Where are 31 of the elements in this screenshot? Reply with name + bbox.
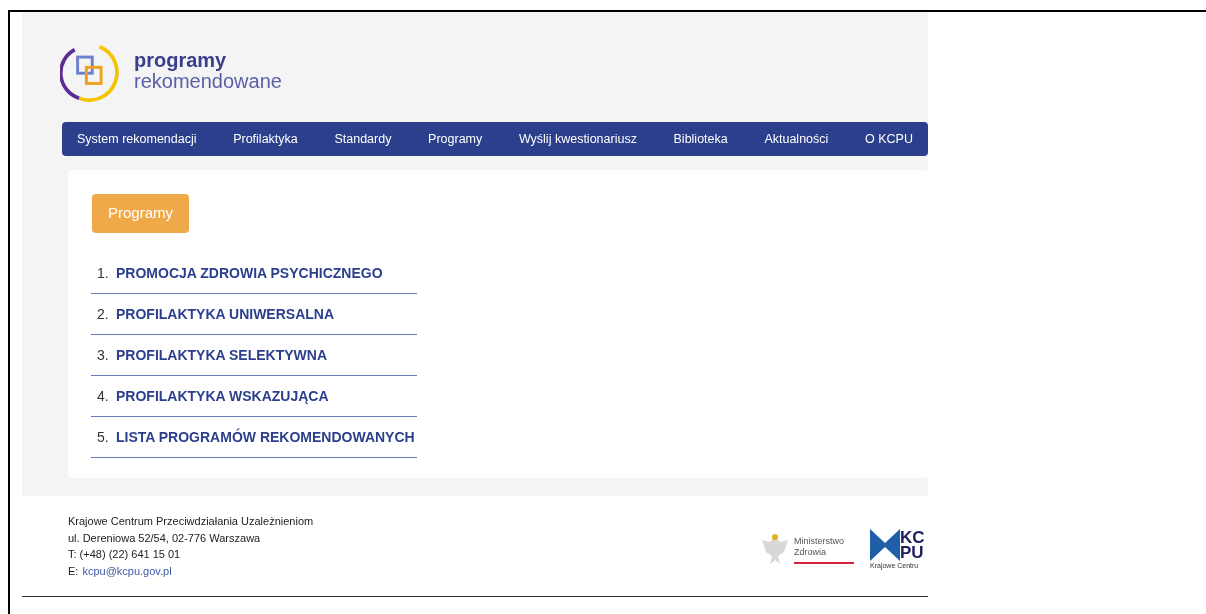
list-number: 2.: [96, 304, 110, 324]
nav-link[interactable]: Wyślij kwestionariusz: [518, 129, 637, 149]
nav-link[interactable]: Aktualności: [764, 129, 829, 149]
list-number: 5.: [96, 427, 110, 447]
ministry-logo-text: Zdrowia: [794, 547, 827, 558]
kcpu-logo-text: KC: [900, 529, 925, 545]
program-link[interactable]: LISTA PROGRAMÓW REKOMENDOWANYCH: [116, 426, 415, 448]
email-label: E:: [68, 563, 79, 579]
logo-subtitle: rekomendowane: [134, 71, 282, 92]
nav-link[interactable]: System rekomendacji: [77, 129, 197, 149]
ministry-logo-text: Ministerstwo: [794, 536, 845, 547]
list-number: 4.: [96, 386, 110, 406]
logo-underline: [794, 562, 854, 564]
x-shape-icon: [870, 528, 900, 561]
nav-link[interactable]: Profilaktyka: [233, 129, 298, 149]
nav-link[interactable]: O KCPU: [865, 129, 913, 149]
list-number: 1.: [96, 263, 110, 283]
logo-title: programy: [134, 50, 228, 71]
nav-link[interactable]: Standardy: [334, 129, 392, 149]
nav-link[interactable]: Programy: [428, 129, 483, 149]
footer-text: ul. Dereniowa 52/54, 02-776 Warszawa: [68, 530, 262, 546]
kcpu-logo-text: PU: [900, 544, 925, 560]
email-link[interactable]: kcpu@kcpu.gov.pl: [82, 562, 172, 579]
nav-link[interactable]: Biblioteka: [673, 129, 728, 149]
program-link[interactable]: PROMOCJA ZDROWIA PSYCHICZNEGO: [116, 262, 383, 284]
program-link[interactable]: PROFILAKTYKA SELEKTYWNA: [116, 344, 328, 366]
footer-text: T: (+48) (22) 641 15 01: [68, 547, 182, 562]
program-link[interactable]: PROFILAKTYKA WSKAZUJĄCA: [116, 385, 329, 407]
program-link[interactable]: PROFILAKTYKA UNIWERSALNA: [116, 303, 335, 325]
footer-text: Krajowe Centrum Przeciwdziałania Uzależnieniom: [68, 514, 314, 529]
list-number: 3.: [96, 345, 110, 365]
